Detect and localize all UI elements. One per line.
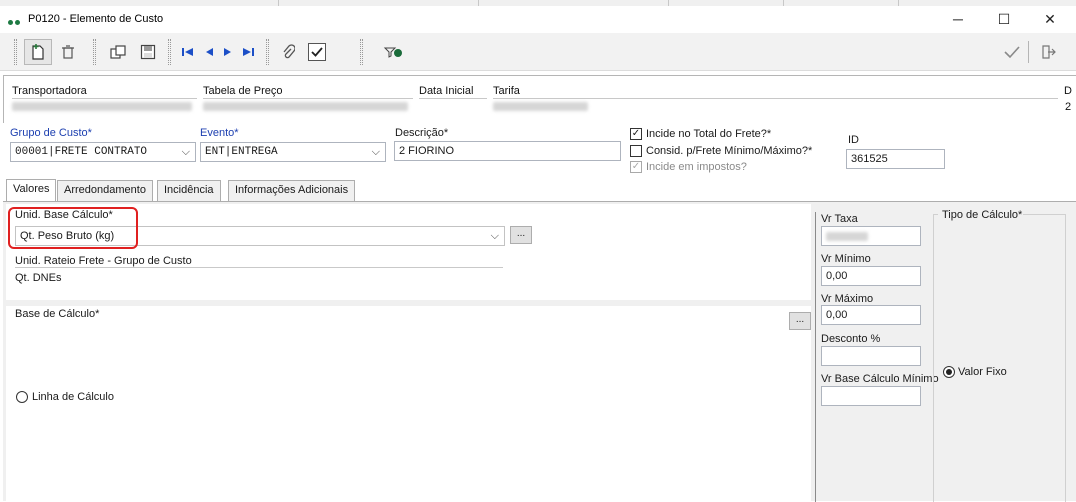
- app-logo-icon: [8, 16, 22, 28]
- unid-base-browse-button[interactable]: ...: [510, 226, 532, 244]
- ok-icon[interactable]: [1002, 42, 1022, 62]
- save-icon[interactable]: [138, 42, 158, 62]
- toolbar-grip: [266, 39, 269, 65]
- unid-rateio-label: Unid. Rateio Frete - Grupo de Custo: [15, 255, 192, 267]
- vr-taxa-value: [826, 232, 868, 241]
- valores-panel: Unid. Base Cálculo* Qt. Peso Bruto (kg) …: [3, 201, 1076, 502]
- incide-impostos-checkbox: ✓: [630, 161, 642, 173]
- exit-icon[interactable]: [1038, 42, 1058, 62]
- vr-minimo-label: Vr Mínimo: [821, 253, 871, 265]
- valor-fixo-radio[interactable]: [943, 366, 955, 378]
- linha-calculo-radio[interactable]: [16, 391, 28, 403]
- confirm-checkbox-icon[interactable]: [308, 43, 326, 61]
- fields-panel: Grupo de Custo* 00001|FRETE CONTRATO ⌵ E…: [3, 124, 1076, 178]
- toolbar: [0, 33, 1076, 71]
- vr-maximo-label: Vr Máximo: [821, 293, 874, 305]
- transportadora-label: Transportadora: [12, 85, 87, 97]
- delete-icon[interactable]: [58, 42, 78, 62]
- descricao-label: Descrição*: [395, 127, 449, 139]
- toolbar-grip: [93, 39, 96, 65]
- copy-icon[interactable]: [108, 42, 128, 62]
- tarifa-value: [493, 102, 588, 111]
- vr-maximo-input[interactable]: 0,00: [821, 305, 921, 325]
- id-label: ID: [848, 134, 859, 146]
- tab-informacoes-adicionais[interactable]: Informações Adicionais: [228, 180, 356, 201]
- linha-calculo-label: Linha de Cálculo: [32, 391, 114, 403]
- evento-label: Evento*: [200, 127, 239, 139]
- toolbar-grip: [168, 39, 171, 65]
- toolbar-grip: [360, 39, 363, 65]
- consid-frete-checkbox[interactable]: [630, 145, 642, 157]
- grupo-custo-select[interactable]: 00001|FRETE CONTRATO ⌵: [10, 142, 196, 162]
- extra-label: D: [1064, 85, 1072, 97]
- desconto-label: Desconto %: [821, 333, 881, 345]
- search-filter-icon[interactable]: [383, 42, 403, 62]
- maximize-button[interactable]: ☐: [984, 8, 1024, 30]
- base-calculo-browse-button[interactable]: ...: [789, 312, 811, 330]
- vr-taxa-label: Vr Taxa: [821, 213, 858, 225]
- transportadora-value: [12, 102, 192, 111]
- vr-base-minimo-input[interactable]: [821, 386, 921, 406]
- tab-arredondamento[interactable]: Arredondamento: [57, 180, 153, 201]
- chevron-down-icon: ⌵: [181, 145, 190, 158]
- new-record-icon[interactable]: [24, 39, 52, 65]
- previous-record-icon[interactable]: [199, 42, 219, 62]
- tab-incidencia[interactable]: Incidência: [157, 180, 221, 201]
- header-panel: Transportadora Tabela de Preço Data Inic…: [3, 75, 1076, 123]
- consid-frete-label: Consid. p/Frete Mínimo/Máximo?*: [646, 145, 813, 157]
- vr-taxa-input[interactable]: [821, 226, 921, 246]
- minimize-button[interactable]: ─: [938, 8, 978, 30]
- base-calculo-label: Base de Cálculo*: [15, 308, 100, 320]
- tabela-preco-value: [203, 102, 408, 111]
- close-button[interactable]: ✕: [1030, 8, 1070, 30]
- last-record-icon[interactable]: [238, 42, 258, 62]
- data-inicial-label: Data Inicial: [419, 85, 474, 97]
- vr-minimo-input[interactable]: 0,00: [821, 266, 921, 286]
- chevron-down-icon: ⌵: [490, 229, 499, 242]
- tabela-preco-label: Tabela de Preço: [203, 85, 283, 97]
- highlight-box: [8, 207, 138, 249]
- grupo-custo-label: Grupo de Custo*: [10, 127, 92, 139]
- vr-base-minimo-label: Vr Base Cálculo Mínimo: [821, 373, 939, 385]
- chevron-down-icon: ⌵: [371, 145, 380, 158]
- grupo-custo-value: 00001|FRETE CONTRATO: [15, 146, 148, 158]
- next-record-icon[interactable]: [218, 42, 238, 62]
- unid-rateio-value: Qt. DNEs: [15, 272, 62, 284]
- incide-total-label: Incide no Total do Frete?*: [646, 128, 772, 140]
- valor-fixo-label: Valor Fixo: [958, 366, 1007, 378]
- evento-select[interactable]: ENT|ENTREGA ⌵: [200, 142, 386, 162]
- id-input[interactable]: 361525: [846, 149, 945, 169]
- descricao-input[interactable]: 2 FIORINO: [394, 141, 621, 161]
- extra-value: 2: [1065, 101, 1072, 113]
- incide-impostos-label: Incide em impostos?: [646, 161, 747, 173]
- window-title: P0120 - Elemento de Custo: [28, 13, 164, 25]
- toolbar-grip: [14, 39, 17, 65]
- desconto-input[interactable]: [821, 346, 921, 366]
- tab-valores[interactable]: Valores: [6, 179, 57, 202]
- first-record-icon[interactable]: [178, 42, 198, 62]
- tipo-calculo-label: Tipo de Cálculo*: [942, 209, 1023, 221]
- incide-total-checkbox[interactable]: ✓: [630, 128, 642, 140]
- tarifa-label: Tarifa: [493, 85, 520, 97]
- attach-icon[interactable]: [278, 42, 298, 62]
- evento-value: ENT|ENTREGA: [205, 146, 278, 158]
- base-calculo-section: [6, 306, 811, 502]
